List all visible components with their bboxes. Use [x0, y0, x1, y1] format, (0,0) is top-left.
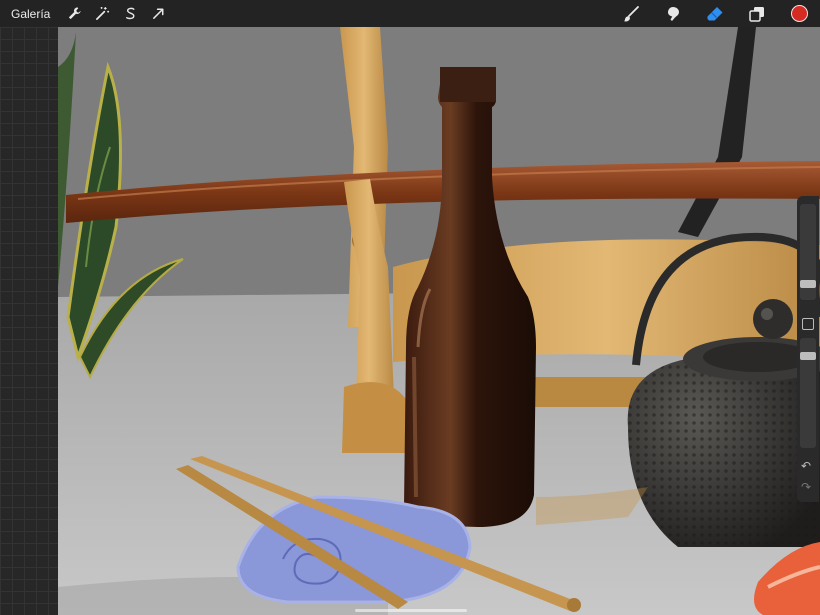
smudge-button[interactable] [652, 0, 694, 27]
brush-size-slider[interactable] [800, 204, 816, 300]
painting-canvas [58, 27, 820, 615]
layers-button[interactable] [736, 0, 778, 27]
brush-icon [623, 5, 639, 21]
actions-button[interactable] [60, 0, 88, 27]
color-button[interactable] [778, 0, 820, 27]
redo-icon[interactable]: ↷ [801, 480, 811, 494]
layers-icon [749, 6, 764, 22]
selection-button[interactable] [116, 0, 144, 27]
current-color-swatch [790, 5, 808, 22]
paint-brush-button[interactable] [610, 0, 652, 27]
opacity-handle[interactable] [800, 352, 816, 360]
brush-sidebar: ↶ ↷ [797, 196, 819, 502]
eraser-icon [707, 6, 723, 20]
selection-icon [125, 7, 135, 20]
undo-icon[interactable]: ↶ [801, 459, 811, 473]
top-toolbar: Galería [0, 0, 820, 27]
opacity-slider[interactable] [800, 338, 816, 448]
magic-wand-icon [95, 6, 109, 20]
transform-button[interactable] [144, 0, 172, 27]
modify-button[interactable] [802, 318, 814, 330]
drawing-canvas[interactable] [58, 27, 820, 615]
transform-arrow-icon [152, 8, 164, 19]
wrench-icon [68, 7, 81, 20]
smudge-icon [668, 6, 679, 21]
home-indicator[interactable] [355, 609, 467, 612]
eraser-button[interactable] [694, 0, 736, 27]
gallery-button[interactable]: Galería [11, 7, 50, 21]
left-grid-margin [0, 27, 58, 615]
brush-size-handle[interactable] [800, 280, 816, 288]
adjustments-button[interactable] [88, 0, 116, 27]
